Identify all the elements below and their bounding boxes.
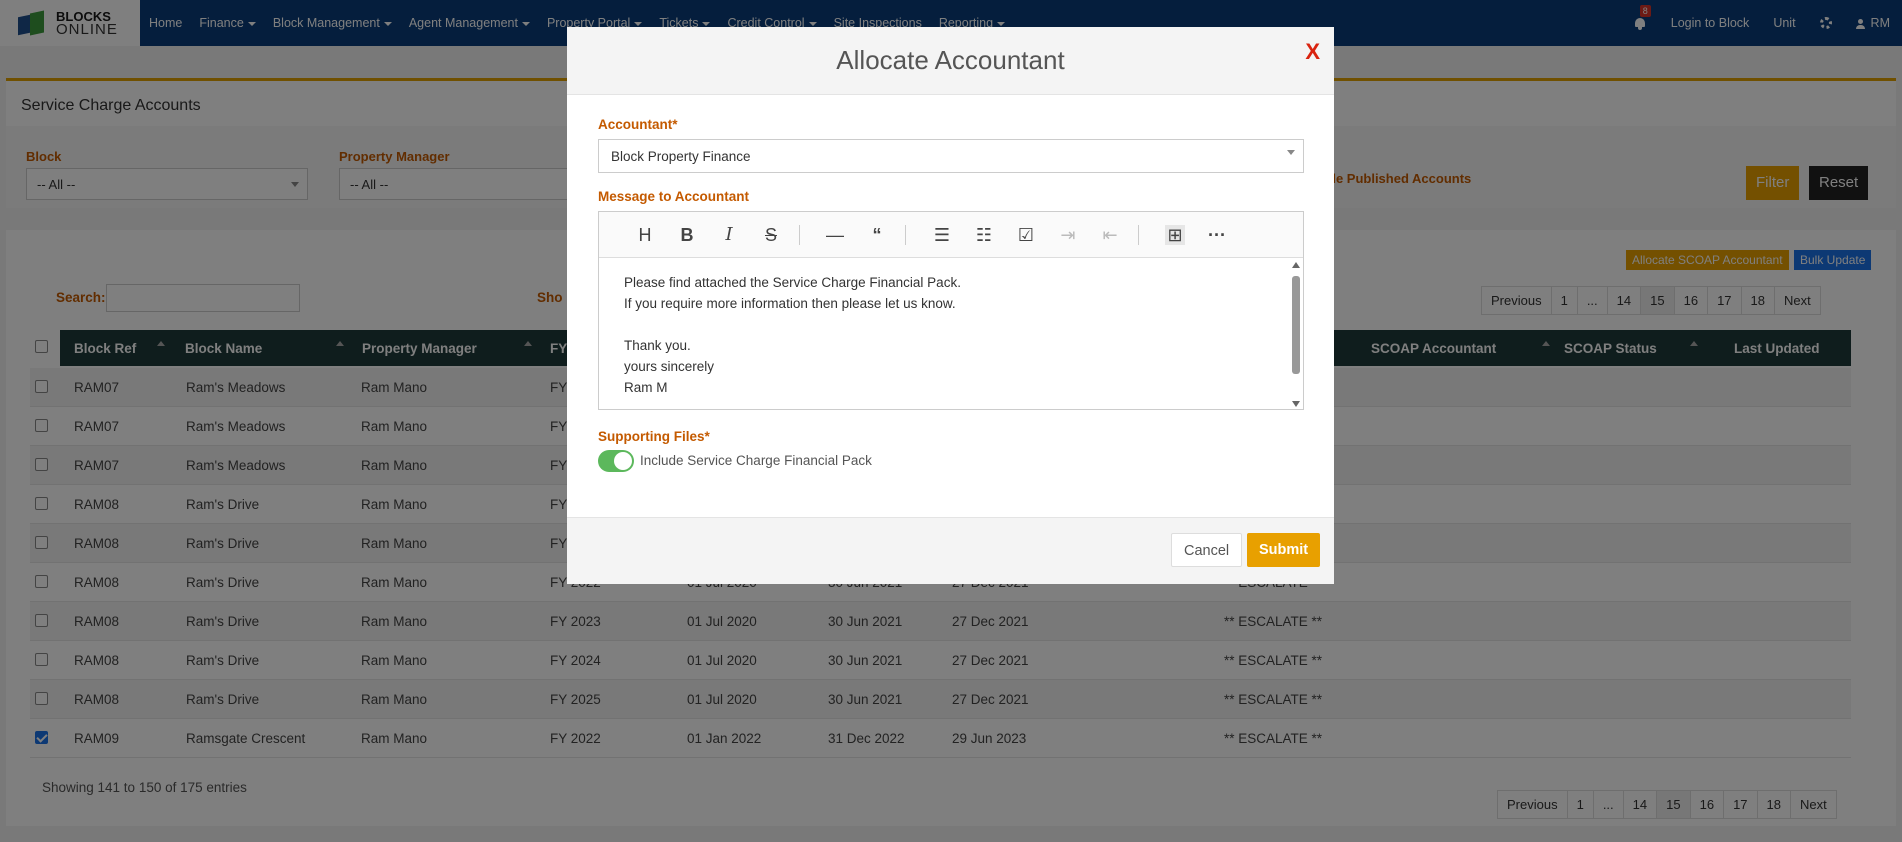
indent-icon[interactable]: ⇥ [1058, 225, 1078, 245]
modal-title: Allocate Accountant [836, 45, 1065, 75]
accountant-label: Accountant* [598, 117, 678, 132]
message-line: Ram M [624, 380, 668, 395]
toolbar-divider [1138, 225, 1139, 245]
include-pack-toggle[interactable] [598, 450, 634, 472]
toolbar-divider [799, 225, 800, 245]
message-line: Please find attached the Service Charge … [624, 275, 961, 290]
heading-icon[interactable]: H [635, 225, 655, 245]
bold-icon[interactable]: B [677, 225, 697, 245]
horizontal-rule-icon[interactable]: — [825, 225, 845, 245]
supporting-files-label: Supporting Files* [598, 429, 710, 444]
toolbar-divider [905, 225, 906, 245]
strikethrough-icon[interactable]: S [761, 225, 781, 245]
message-textarea[interactable]: Please find attached the Service Charge … [624, 272, 1284, 398]
include-pack-label: Include Service Charge Financial Pack [640, 453, 872, 468]
message-label: Message to Accountant [598, 189, 750, 204]
modal-footer: Cancel Submit [567, 517, 1334, 584]
more-icon[interactable]: ··· [1207, 225, 1227, 245]
chevron-down-icon [1287, 150, 1295, 155]
outdent-icon[interactable]: ⇤ [1100, 225, 1120, 245]
italic-icon[interactable]: I [719, 225, 739, 245]
submit-button[interactable]: Submit [1247, 533, 1321, 567]
message-line: If you require more information then ple… [624, 296, 956, 311]
message-line [624, 314, 1284, 335]
table-icon[interactable]: ⊞ [1165, 225, 1185, 245]
allocate-accountant-modal: Allocate Accountant X Accountant* Block … [567, 27, 1334, 584]
message-line: Thank you. [624, 338, 691, 353]
bullet-list-icon[interactable]: ☰ [932, 225, 952, 245]
scroll-down-icon[interactable] [1292, 401, 1300, 407]
toggle-knob [614, 452, 632, 470]
scroll-up-icon[interactable] [1292, 262, 1300, 268]
numbered-list-icon[interactable]: ☷ [974, 225, 994, 245]
accountant-value: Block Property Finance [611, 149, 751, 164]
quote-icon[interactable]: “ [867, 225, 887, 245]
message-line: yours sincerely [624, 359, 715, 374]
accountant-select[interactable]: Block Property Finance [598, 139, 1304, 173]
scroll-thumb[interactable] [1292, 276, 1300, 374]
cancel-button[interactable]: Cancel [1171, 533, 1243, 567]
task-list-icon[interactable]: ☑ [1016, 225, 1036, 245]
editor-toolbar: H B I S — “ ☰ ☷ ☑ ⇥ ⇤ ⊞ ··· [599, 212, 1303, 258]
editor-scrollbar[interactable] [1291, 262, 1301, 407]
message-editor: H B I S — “ ☰ ☷ ☑ ⇥ ⇤ ⊞ ··· Please find … [598, 211, 1304, 410]
modal-header: Allocate Accountant X [567, 27, 1334, 95]
close-icon[interactable]: X [1305, 39, 1320, 65]
